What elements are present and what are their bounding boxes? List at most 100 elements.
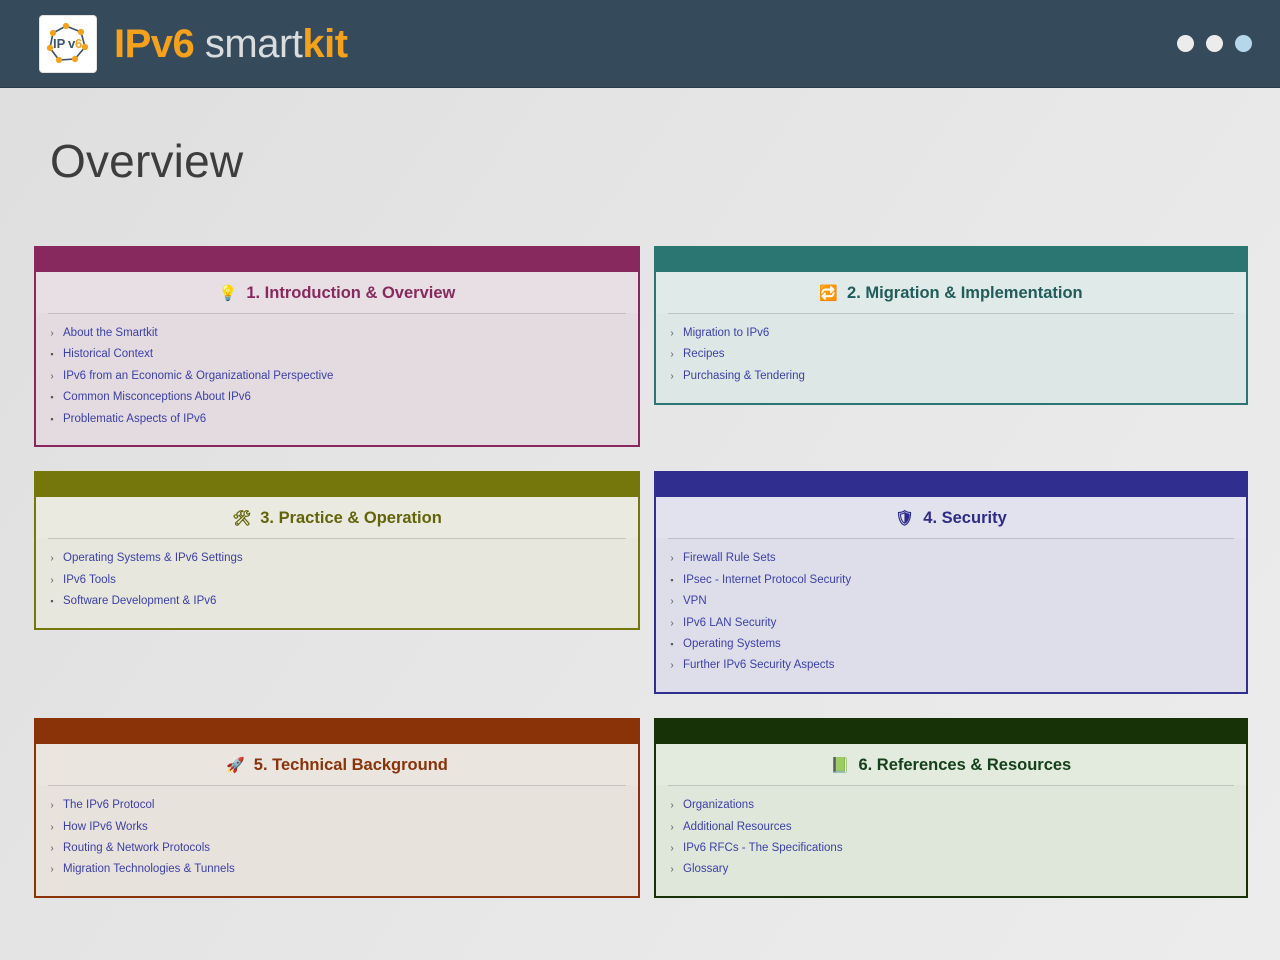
minimize-dot[interactable]	[1177, 35, 1194, 52]
card-title-text: 4. Security	[923, 510, 1006, 527]
chevron-right-icon: ›	[48, 372, 56, 382]
card-link[interactable]: Routing & Network Protocols	[63, 841, 210, 855]
list-item[interactable]: › Operating Systems & IPv6 Settings	[36, 548, 638, 569]
repeat-icon: 🔁	[819, 286, 838, 301]
chevron-right-icon: ›	[668, 329, 676, 339]
card-link[interactable]: IPv6 RFCs - The Specifications	[683, 841, 843, 855]
card-accent-bar	[36, 248, 638, 272]
card-link-list: ›About the Smartkit ▪ Historical Context › I…	[36, 314, 638, 446]
chevron-right-icon: ›	[48, 865, 56, 875]
chevron-right-icon: ›	[48, 576, 56, 586]
chevron-right-icon: ›	[48, 844, 56, 854]
card-link[interactable]: VPN	[683, 594, 707, 608]
list-item[interactable]: › The IPv6 Protocol	[36, 795, 638, 816]
card-title: 📗6. References & Resources	[656, 744, 1246, 785]
card-link[interactable]: Migration Technologies & Tunnels	[63, 862, 235, 876]
square-bullet-icon: ▪	[48, 393, 56, 402]
list-item[interactable]: ›Purchasing & Tendering	[656, 365, 1246, 386]
chevron-right-icon: ›	[668, 597, 676, 607]
brand-title-kit: kit	[302, 22, 347, 66]
list-item[interactable]: › Firewall Rule Sets	[656, 548, 1246, 569]
card-link[interactable]: Additional Resources	[683, 820, 792, 834]
card-link[interactable]: Software Development & IPv6	[63, 594, 216, 608]
square-bullet-icon: ▪	[668, 640, 676, 649]
chevron-right-icon: ›	[668, 619, 676, 629]
brand-title-ipv6: IPv6	[114, 22, 194, 66]
card-accent-bar	[36, 473, 638, 497]
list-item[interactable]: › IPv6 Tools	[36, 569, 638, 590]
list-item[interactable]: › IPv6 from an Economic & Organizational …	[36, 365, 638, 386]
list-item[interactable]: ▪ Operating Systems	[656, 633, 1246, 654]
brand-title-smart: smart	[194, 22, 302, 66]
page-title: Overview	[50, 134, 1246, 188]
card-migration-implementation: 🔁 2. Migration & Implementation › Migration…	[654, 246, 1248, 405]
brand[interactable]: IP v 6 IPv6 smartkit	[40, 16, 348, 72]
card-title-text: 2. Migration & Implementation	[847, 285, 1083, 302]
square-bullet-icon: ▪	[48, 597, 56, 606]
list-item[interactable]: ▪ IPsec - Internet Protocol Security	[656, 569, 1246, 590]
overview-card-grid: 💡1. Introduction & Overview›About the Sm…	[34, 246, 1246, 898]
list-item[interactable]: › Further IPv6 Security Aspects	[656, 655, 1246, 676]
card-link[interactable]: Operating Systems & IPv6 Settings	[63, 551, 243, 565]
card-title: 🚀5. Technical Background	[36, 744, 638, 785]
card-link[interactable]: Organizations	[683, 798, 754, 812]
list-item[interactable]: › Migration to IPv6	[656, 323, 1246, 344]
chevron-right-icon: ›	[48, 801, 56, 811]
card-accent-bar	[36, 720, 638, 744]
list-item[interactable]: ›How IPv6 Works	[36, 816, 638, 837]
list-item[interactable]: › Migration Technologies & Tunnels	[36, 859, 638, 880]
list-item[interactable]: ▪ Software Development & IPv6	[36, 591, 638, 612]
card-link[interactable]: Glossary	[683, 862, 728, 876]
card-title-text: 6. References & Resources	[858, 757, 1071, 774]
square-bullet-icon: ▪	[48, 350, 56, 359]
card-link[interactable]: Operating Systems	[683, 637, 781, 651]
card-link[interactable]: Common Misconceptions About IPv6	[63, 390, 251, 404]
card-link[interactable]: IPv6 LAN Security	[683, 616, 776, 630]
svg-text:6: 6	[75, 36, 82, 51]
maximize-dot[interactable]	[1206, 35, 1223, 52]
card-link[interactable]: Firewall Rule Sets	[683, 551, 776, 565]
card-accent-bar	[656, 473, 1246, 497]
ipv6-hexagon-logo-icon: IP v 6	[40, 16, 96, 72]
card-link[interactable]: Historical Context	[63, 347, 153, 361]
card-link[interactable]: IPsec - Internet Protocol Security	[683, 573, 851, 587]
chevron-right-icon: ›	[48, 554, 56, 564]
shield-icon: 🛡	[895, 511, 914, 526]
list-item[interactable]: ›About the Smartkit	[36, 323, 638, 344]
list-item[interactable]: ›IPv6 RFCs - The Specifications	[656, 837, 1246, 858]
close-dot[interactable]	[1235, 35, 1252, 52]
card-link[interactable]: How IPv6 Works	[63, 820, 148, 834]
card-link[interactable]: Further IPv6 Security Aspects	[683, 658, 834, 672]
window-controls	[1177, 35, 1252, 52]
list-item[interactable]: ▪ Problematic Aspects of IPv6	[36, 408, 638, 429]
square-bullet-icon: ▪	[668, 576, 676, 585]
chevron-right-icon: ›	[668, 661, 676, 671]
square-bullet-icon: ▪	[48, 415, 56, 424]
card-link[interactable]: IPv6 Tools	[63, 573, 116, 587]
chevron-right-icon: ›	[668, 554, 676, 564]
list-item[interactable]: ›Glossary	[656, 859, 1246, 880]
card-link[interactable]: The IPv6 Protocol	[63, 798, 154, 812]
card-link[interactable]: Recipes	[683, 347, 725, 361]
list-item[interactable]: › VPN	[656, 591, 1246, 612]
list-item[interactable]: ▪ Historical Context	[36, 344, 638, 365]
list-item[interactable]: › IPv6 LAN Security	[656, 612, 1246, 633]
brand-title: IPv6 smartkit	[114, 24, 348, 64]
list-item[interactable]: ›Organizations	[656, 795, 1246, 816]
list-item[interactable]: ▪ Common Misconceptions About IPv6	[36, 387, 638, 408]
list-item[interactable]: › Routing & Network Protocols	[36, 837, 638, 858]
list-item[interactable]: ›Recipes	[656, 344, 1246, 365]
card-link-list: › Firewall Rule Sets ▪ IPsec - Internet Pro…	[656, 539, 1246, 692]
card-link[interactable]: Migration to IPv6	[683, 326, 769, 340]
card-link-list: ›The IPv6 Protocol›How IPv6 Works›Routin…	[36, 786, 638, 897]
card-practice-operation: 🛠3. Practice & Operation›Operating Syste…	[34, 471, 640, 630]
card-security: 🛡 4. Security › Firewall Rule Sets ▪ IPsec - …	[654, 471, 1248, 694]
card-link-list: › Migration to IPv6 ›Recipes›Purchasing & …	[656, 314, 1246, 403]
card-link[interactable]: Purchasing & Tendering	[683, 369, 805, 383]
card-title: 🔁 2. Migration & Implementation	[656, 272, 1246, 313]
svg-text:IP: IP	[53, 36, 66, 51]
list-item[interactable]: ›Additional Resources	[656, 816, 1246, 837]
card-link[interactable]: Problematic Aspects of IPv6	[63, 412, 206, 426]
card-link[interactable]: About the Smartkit	[63, 326, 158, 340]
card-link[interactable]: IPv6 from an Economic & Organizational P…	[63, 369, 333, 383]
